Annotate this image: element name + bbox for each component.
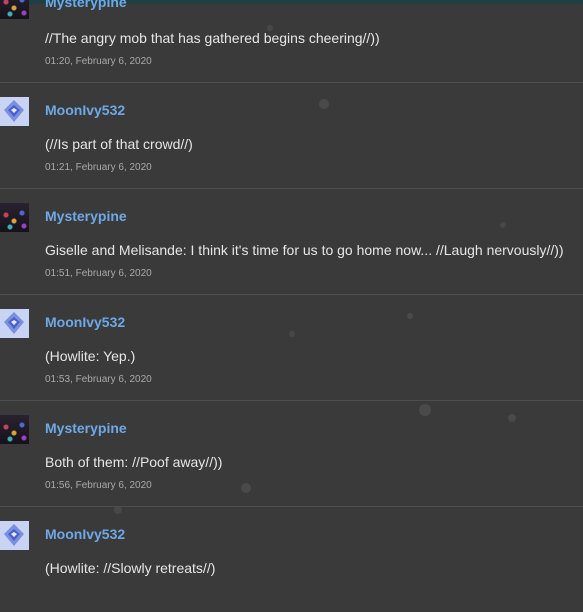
username-link[interactable]: MoonIvy532: [45, 526, 125, 542]
message-1: Mysterypine //The angry mob that has gat…: [0, 0, 583, 83]
username-link[interactable]: Mysterypine: [45, 0, 127, 10]
message-timestamp[interactable]: 01:21, February 6, 2020: [45, 162, 152, 173]
message-6: MoonIvy532 (Howlite: //Slowly retreats//…: [0, 507, 583, 612]
message-timestamp[interactable]: 01:53, February 6, 2020: [45, 374, 152, 385]
message-2: MoonIvy532 (//Is part of that crowd//) 0…: [0, 83, 583, 189]
message-text: (Howlite: //Slowly retreats//): [45, 560, 216, 576]
message-4: MoonIvy532 (Howlite: Yep.) 01:53, Februa…: [0, 295, 583, 401]
username-link[interactable]: MoonIvy532: [45, 314, 125, 330]
moonivy-avatar[interactable]: [0, 97, 29, 126]
message-text: (//Is part of that crowd//): [45, 136, 193, 152]
moonivy-avatar[interactable]: [0, 309, 29, 338]
message-timestamp[interactable]: 01:51, February 6, 2020: [45, 268, 152, 279]
message-3: Mysterypine Giselle and Melisande: I thi…: [0, 189, 583, 295]
username-link[interactable]: Mysterypine: [45, 420, 127, 436]
message-text: //The angry mob that has gathered begins…: [45, 30, 380, 46]
moonivy-avatar[interactable]: [0, 521, 29, 550]
mysterypine-avatar[interactable]: [0, 203, 29, 232]
mysterypine-avatar[interactable]: [0, 0, 29, 19]
message-text: (Howlite: Yep.): [45, 348, 136, 364]
username-link[interactable]: Mysterypine: [45, 208, 127, 224]
message-feed: Mysterypine //The angry mob that has gat…: [0, 0, 583, 612]
message-text: Giselle and Melisande: I think it's time…: [45, 242, 564, 258]
username-link[interactable]: MoonIvy532: [45, 102, 125, 118]
message-timestamp[interactable]: 01:20, February 6, 2020: [45, 56, 152, 67]
message-timestamp[interactable]: 01:56, February 6, 2020: [45, 480, 152, 491]
message-text: Both of them: //Poof away//)): [45, 454, 223, 470]
mysterypine-avatar[interactable]: [0, 415, 29, 444]
message-5: Mysterypine Both of them: //Poof away//)…: [0, 401, 583, 507]
